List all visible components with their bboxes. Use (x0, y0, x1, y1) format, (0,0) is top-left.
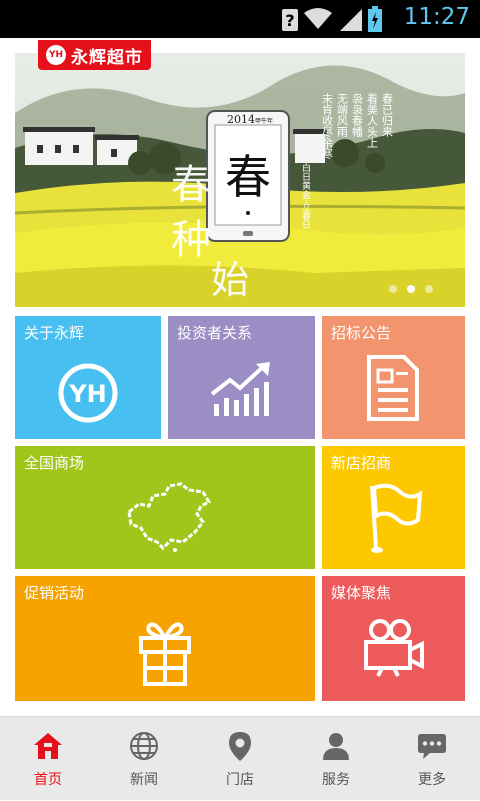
status-time: 11:27 (403, 4, 470, 30)
banner-poem-line-1: 春已归来 (381, 93, 394, 137)
tab-stores[interactable]: 门店 (192, 717, 288, 801)
status-icons: ? (282, 6, 382, 32)
tile-investor-relations-label: 投资者关系 (177, 324, 253, 342)
tab-more[interactable]: 更多 (384, 717, 480, 801)
signal-icon (340, 9, 362, 31)
banner-poem-line-2: 看美人头上 (366, 92, 379, 148)
tile-investor-relations[interactable]: 投资者关系 (168, 316, 315, 439)
bottom-tab-bar: 首页 新闻 门店 服务 更多 (0, 716, 480, 800)
person-icon (323, 733, 349, 760)
tab-home[interactable]: 首页 (0, 717, 96, 801)
app-logo: YH 永辉超市 (38, 40, 151, 70)
carousel-dot-1[interactable] (389, 285, 397, 293)
logo-mark: YH (46, 45, 66, 65)
banner-sub-caption: 白日黄金·立春日 (300, 162, 311, 229)
yh-logo-icon: YH (58, 363, 118, 423)
flag-icon (370, 483, 423, 553)
tile-tender-notice-label: 招标公告 (331, 324, 392, 342)
video-camera-icon (364, 619, 424, 677)
carousel-dot-2[interactable] (407, 285, 415, 293)
globe-icon (130, 732, 158, 760)
home-icon (34, 733, 62, 759)
tile-new-store-leasing[interactable]: 新店招商 (322, 446, 465, 569)
tab-more-label: 更多 (418, 772, 446, 788)
tile-about-label: 关于永辉 (24, 324, 85, 342)
logo-text: 永辉超市 (71, 47, 143, 68)
tile-new-store-leasing-label: 新店招商 (331, 454, 392, 472)
wifi-unknown-icon: ? (282, 9, 298, 31)
banner-poem-line-5: 未肯收尽余寒 (321, 93, 334, 160)
carousel-dot-3[interactable] (425, 285, 433, 293)
tile-national-malls[interactable]: 全国商场 (15, 446, 315, 569)
banner-char-1: 春 (171, 162, 211, 208)
location-pin-icon (229, 732, 251, 761)
tile-media-focus-label: 媒体聚焦 (331, 584, 392, 602)
gift-icon (139, 622, 191, 686)
battery-charging-icon (368, 6, 382, 32)
banner-char-2: 种 (171, 217, 211, 263)
chat-bubble-icon (418, 734, 446, 759)
tab-news-label: 新闻 (130, 772, 158, 788)
wifi-icon (304, 8, 332, 29)
banner-main-char: 春 (225, 150, 271, 204)
document-icon (367, 355, 419, 421)
tile-national-malls-label: 全国商场 (24, 454, 85, 472)
tab-stores-label: 门店 (226, 772, 254, 788)
svg-text:?: ? (285, 11, 294, 30)
tile-promotions[interactable]: 促销活动 (15, 576, 315, 701)
tile-about[interactable]: 关于永辉 YH (15, 316, 161, 439)
banner-year-suffix: 甲午年 (255, 117, 273, 125)
tab-home-label: 首页 (34, 772, 62, 788)
banner-poem-line-3: 袅袅春幡 (351, 92, 364, 138)
tile-tender-notice[interactable]: 招标公告 (322, 316, 465, 439)
tab-services[interactable]: 服务 (288, 717, 384, 801)
tab-services-label: 服务 (322, 772, 350, 788)
banner-char-3: 始 (211, 258, 249, 302)
rising-chart-icon (210, 362, 270, 416)
banner-carousel[interactable]: 2014 甲午年 春 春 种 始 春已归来 看美人头上 袅袅春幡 无端风雨 未肯… (15, 53, 465, 307)
banner-poem-line-4: 无端风雨 (336, 93, 349, 138)
china-map-icon (127, 482, 212, 552)
banner-image: 2014 甲午年 春 春 种 始 春已归来 看美人头上 袅袅春幡 无端风雨 未肯… (15, 53, 465, 307)
yh-logo-text: YH (68, 380, 106, 408)
tile-media-focus[interactable]: 媒体聚焦 (322, 576, 465, 701)
tile-promotions-label: 促销活动 (24, 584, 85, 602)
status-bar: ? 11:27 (0, 0, 480, 38)
banner-year: 2014 (227, 113, 255, 126)
tab-news[interactable]: 新闻 (96, 717, 192, 801)
